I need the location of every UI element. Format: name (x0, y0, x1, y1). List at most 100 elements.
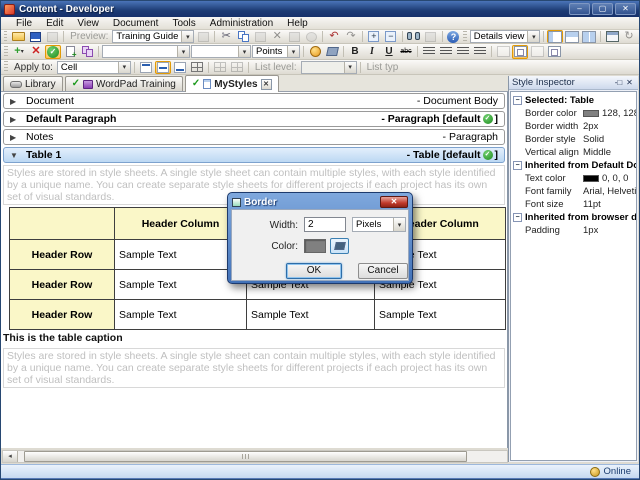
cancel-button[interactable]: Cancel (358, 263, 408, 279)
list-level-combo[interactable]: ▾ (300, 60, 357, 74)
table-row-header-cell[interactable]: Header Row (9, 269, 115, 300)
table-caption[interactable]: This is the table caption (1, 330, 507, 346)
insert-column-button[interactable] (229, 61, 245, 74)
apply-style-button[interactable]: ✓ (45, 44, 61, 59)
tab-library[interactable]: Library (3, 76, 63, 91)
horizontal-scrollbar[interactable]: ◂ (2, 450, 508, 463)
dropdown-icon[interactable]: ▾ (393, 218, 405, 231)
table-cell[interactable]: Sample Text (114, 299, 247, 330)
style-row-default-paragraph[interactable]: ▶ Default Paragraph - Paragraph [default… (3, 111, 505, 127)
valign-middle-button[interactable] (154, 60, 171, 74)
bold-button[interactable]: B (347, 45, 363, 59)
properties-window-button[interactable] (604, 30, 620, 43)
cell-properties-button[interactable] (546, 45, 562, 59)
menu-edit[interactable]: Edit (39, 18, 70, 29)
cut-button[interactable]: ✂ (218, 30, 234, 43)
scrollbar-thumb[interactable] (24, 451, 467, 462)
save-button[interactable] (27, 30, 43, 43)
table-row-header-cell[interactable]: Header Row (9, 299, 115, 330)
pin-icon[interactable]: -□ (613, 78, 624, 88)
menu-tools[interactable]: Tools (165, 18, 202, 29)
menu-file[interactable]: File (9, 18, 39, 29)
scrollbar-track[interactable] (18, 451, 507, 462)
expand-all-button[interactable]: + (366, 30, 382, 43)
table-corner-cell[interactable] (9, 207, 115, 240)
font-family-combo[interactable]: ▾ (102, 45, 190, 58)
undo-button[interactable]: ↶ (326, 30, 342, 43)
copy-styles-button[interactable] (79, 45, 95, 59)
tab-close-button[interactable]: ✕ (260, 78, 272, 90)
dropdown-icon[interactable]: ▾ (527, 31, 540, 42)
delete-style-button[interactable]: ✕ (28, 45, 44, 59)
scroll-left-button[interactable]: ◂ (3, 451, 18, 462)
dropdown-icon[interactable]: ▾ (238, 46, 250, 57)
send-button[interactable] (44, 30, 60, 43)
collapse-icon[interactable]: − (513, 161, 522, 170)
close-button[interactable]: ✕ (615, 3, 636, 15)
delete-button[interactable]: ✕ (269, 30, 285, 43)
find-next-button[interactable] (423, 30, 439, 43)
find-button[interactable] (406, 30, 422, 43)
align-justify-button[interactable] (472, 45, 488, 59)
add-style-button[interactable]: + ▾ (11, 45, 27, 59)
minimize-button[interactable]: – (569, 3, 590, 15)
table-cell[interactable]: Sample Text (374, 299, 506, 330)
menu-document[interactable]: Document (106, 18, 166, 29)
dropdown-icon[interactable]: ▾ (117, 61, 130, 73)
style-row-document[interactable]: ▶ Document - Document Body (3, 93, 505, 109)
style-row-table1[interactable]: ▼ Table 1 - Table [default ✓ ] (3, 147, 505, 163)
toolbar-grip[interactable] (4, 45, 8, 58)
align-center-button[interactable] (438, 45, 454, 59)
document-combo[interactable]: Training Guide ▾ (112, 30, 195, 43)
width-input[interactable] (304, 217, 346, 232)
color-picker-button[interactable] (330, 238, 349, 254)
split-horizontal-view-button[interactable] (564, 30, 580, 43)
table-cell[interactable]: Sample Text (246, 299, 375, 330)
color-swatch[interactable] (304, 239, 326, 253)
style-row-notes[interactable]: ▶ Notes - Paragraph (3, 129, 505, 145)
collapse-icon[interactable]: − (513, 96, 522, 105)
table-grid-button[interactable] (189, 61, 205, 74)
underline-button[interactable]: U (381, 45, 397, 59)
toolbar-grip[interactable] (4, 31, 8, 42)
valign-top-button[interactable] (138, 61, 154, 74)
valign-bottom-button[interactable] (172, 61, 188, 74)
apply-to-combo[interactable]: Cell ▾ (56, 60, 131, 74)
maximize-button[interactable]: ▢ (592, 3, 613, 15)
table-row-header-cell[interactable]: Header Row (9, 239, 115, 270)
tab-mystyles[interactable]: ✓ MyStyles ✕ (184, 75, 279, 92)
dropdown-icon[interactable]: ▾ (177, 46, 189, 57)
copy-button[interactable] (235, 30, 251, 43)
split-vertical-view-button[interactable] (581, 30, 597, 43)
details-view-button[interactable] (547, 30, 564, 43)
paste-button[interactable] (252, 30, 268, 43)
italic-button[interactable]: I (364, 45, 380, 59)
open-button[interactable] (10, 30, 26, 43)
dropdown-icon[interactable]: ▾ (181, 31, 194, 42)
menu-administration[interactable]: Administration (203, 18, 280, 29)
font-size-combo[interactable]: ▾ (191, 45, 251, 58)
collapse-all-button[interactable]: − (383, 30, 399, 43)
cell-merge-button[interactable] (495, 45, 511, 59)
refresh-button[interactable]: ↻ (621, 30, 637, 43)
redo-button[interactable]: ↷ (343, 30, 359, 43)
fill-color-button[interactable] (324, 45, 340, 59)
paste-special-button[interactable] (286, 30, 302, 43)
units-select[interactable]: Pixels ▾ (352, 217, 406, 232)
tab-wordpad-training[interactable]: ✓ WordPad Training (64, 76, 183, 91)
cell-border-button[interactable] (512, 44, 528, 59)
go-button[interactable] (195, 30, 211, 43)
toolbar-grip[interactable] (4, 61, 8, 73)
ok-button[interactable]: OK (286, 263, 342, 279)
toolbar-grip[interactable] (463, 31, 467, 42)
menu-help[interactable]: Help (280, 18, 315, 29)
align-right-button[interactable] (455, 45, 471, 59)
menu-view[interactable]: View (70, 18, 106, 29)
strikethrough-button[interactable]: abc (398, 45, 414, 59)
dropdown-icon[interactable]: ▾ (343, 61, 356, 73)
align-left-button[interactable] (421, 45, 437, 59)
font-color-button[interactable] (307, 45, 323, 59)
collapse-icon[interactable]: − (513, 213, 522, 222)
panel-close-icon[interactable]: ✕ (624, 78, 635, 88)
dialog-close-button[interactable]: ✕ (380, 196, 408, 208)
